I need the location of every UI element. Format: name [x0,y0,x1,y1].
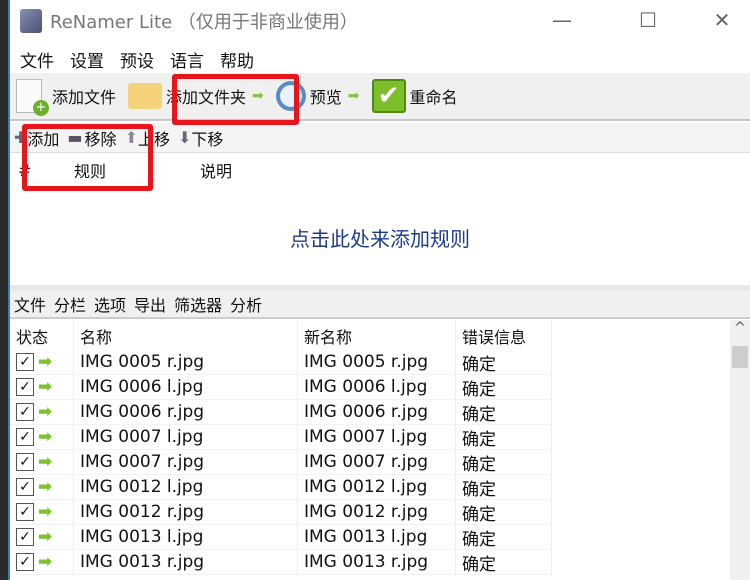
add-file-icon: + [16,79,49,116]
new-file-name: IMG 0007 r.jpg [298,450,456,475]
window-title: ReNamer Lite （仅用于非商业使用） [50,12,358,33]
menu-file[interactable]: 文件 [20,47,54,72]
checkbox[interactable]: ✓ [16,378,34,396]
arrow-icon: ➡ [347,88,360,104]
file-status: 确定 [456,450,552,475]
file-row[interactable]: ✓ ➡ IMG 0013 l.jpg IMG 0013 l.jpg 确定 [10,525,730,550]
rename-button[interactable]: ✔ 重命名 [371,79,458,113]
new-name-column[interactable]: 新名称 [298,320,456,350]
add-files-button[interactable]: + 添加文件 [16,79,116,116]
file-status: 确定 [456,375,552,400]
maximize-button[interactable]: ☐ [628,8,668,32]
menu-language[interactable]: 语言 [170,47,204,72]
file-name: IMG 0012 l.jpg [74,475,298,500]
error-column[interactable]: 错误信息 [456,320,552,350]
file-status: 确定 [456,525,552,550]
file-name: IMG 0013 l.jpg [74,525,298,550]
file-name: IMG 0006 l.jpg [74,375,298,400]
arrow-icon: ➡ [38,427,53,447]
checkbox[interactable]: ✓ [16,353,34,371]
add-folder-icon [128,83,163,109]
arrow-icon: ➡ [38,552,53,572]
close-button[interactable]: ✕ [702,8,742,32]
menu-settings[interactable]: 设置 [70,47,104,72]
description-column[interactable]: 说明 [200,158,232,182]
files-header: 状态 名称 新名称 错误信息 [10,320,730,350]
arrow-icon: ➡ [38,402,53,422]
new-file-name: IMG 0013 l.jpg [298,525,456,550]
files-list: ✓ ➡ IMG 0005 r.jpg IMG 0005 r.jpg 确定 ✓ ➡ IM… [10,350,730,575]
file-status: 确定 [456,475,552,500]
arrow-icon: ➡ [38,352,53,372]
move-down-button[interactable]: 下移 [191,126,223,150]
arrow-icon: ➡ [38,452,53,472]
new-file-name: IMG 0013 r.jpg [298,550,456,575]
status-column[interactable]: 状态 [10,320,74,350]
new-file-name: IMG 0005 r.jpg [298,350,456,375]
scrollbar[interactable]: ^ [730,320,750,580]
file-row[interactable]: ✓ ➡ IMG 0006 r.jpg IMG 0006 r.jpg 确定 [10,400,730,425]
filter-menu[interactable]: 筛选器 [174,292,222,316]
file-row[interactable]: ✓ ➡ IMG 0007 l.jpg IMG 0007 l.jpg 确定 [10,425,730,450]
main-toolbar: + 添加文件 添加文件夹 ➡ 预览 ➡ ✔ 重命名 [10,73,750,121]
new-file-name: IMG 0012 l.jpg [298,475,456,500]
file-name: IMG 0007 l.jpg [74,425,298,450]
file-status: 确定 [456,425,552,450]
new-file-name: IMG 0006 l.jpg [298,375,456,400]
menu-bar: 文件 设置 预设 语言 帮助 [10,44,750,74]
files-toolbar: 文件 分栏 选项 导出 筛选器 分析 [10,291,750,319]
renamer-window: ReNamer Lite （仅用于非商业使用） — ☐ ✕ 文件 设置 预设 语… [8,0,750,580]
down-arrow-icon: ⬇ [177,128,192,147]
checkbox[interactable]: ✓ [16,553,34,571]
scroll-thumb[interactable] [732,346,748,368]
file-status: 确定 [456,350,552,375]
checkbox[interactable]: ✓ [16,403,34,421]
file-row[interactable]: ✓ ➡ IMG 0012 l.jpg IMG 0012 l.jpg 确定 [10,475,730,500]
file-row[interactable]: ✓ ➡ IMG 0005 r.jpg IMG 0005 r.jpg 确定 [10,350,730,375]
checkbox[interactable]: ✓ [16,478,34,496]
menu-presets[interactable]: 预设 [120,47,154,72]
file-row[interactable]: ✓ ➡ IMG 0013 r.jpg IMG 0013 r.jpg 确定 [10,550,730,575]
files-menu[interactable]: 文件 [14,292,46,316]
file-name: IMG 0012 r.jpg [74,500,298,525]
checkbox[interactable]: ✓ [16,503,34,521]
file-name: IMG 0005 r.jpg [74,350,298,375]
name-column[interactable]: 名称 [74,320,298,350]
new-file-name: IMG 0007 l.jpg [298,425,456,450]
file-name: IMG 0007 r.jpg [74,450,298,475]
file-status: 确定 [456,400,552,425]
file-status: 确定 [456,550,552,575]
file-name: IMG 0006 r.jpg [74,400,298,425]
menu-help[interactable]: 帮助 [220,47,254,72]
file-row[interactable]: ✓ ➡ IMG 0007 r.jpg IMG 0007 r.jpg 确定 [10,450,730,475]
desktop-edge [0,0,8,580]
highlight-box [172,74,299,125]
arrow-icon: ➡ [38,477,53,497]
minimize-button[interactable]: — [542,8,582,32]
new-file-name: IMG 0006 r.jpg [298,400,456,425]
new-file-name: IMG 0012 r.jpg [298,500,456,525]
file-status: 确定 [456,500,552,525]
options-menu[interactable]: 选项 [94,292,126,316]
checkbox[interactable]: ✓ [16,453,34,471]
app-logo-icon [20,9,42,33]
columns-menu[interactable]: 分栏 [54,292,86,316]
file-row[interactable]: ✓ ➡ IMG 0012 r.jpg IMG 0012 r.jpg 确定 [10,500,730,525]
highlight-box [22,124,153,191]
checkmark-icon: ✔ [371,79,406,113]
checkbox[interactable]: ✓ [16,428,34,446]
add-rule-link[interactable]: 点击此处来添加规则 [290,223,470,252]
checkbox[interactable]: ✓ [16,528,34,546]
file-name: IMG 0013 r.jpg [74,550,298,575]
arrow-icon: ➡ [38,502,53,522]
export-menu[interactable]: 导出 [134,292,166,316]
file-row[interactable]: ✓ ➡ IMG 0006 l.jpg IMG 0006 l.jpg 确定 [10,375,730,400]
arrow-icon: ➡ [38,377,53,397]
arrow-icon: ➡ [38,527,53,547]
rules-list[interactable]: 点击此处来添加规则 [10,185,750,285]
analyze-menu[interactable]: 分析 [230,292,262,316]
scroll-up-icon[interactable]: ^ [730,320,750,336]
